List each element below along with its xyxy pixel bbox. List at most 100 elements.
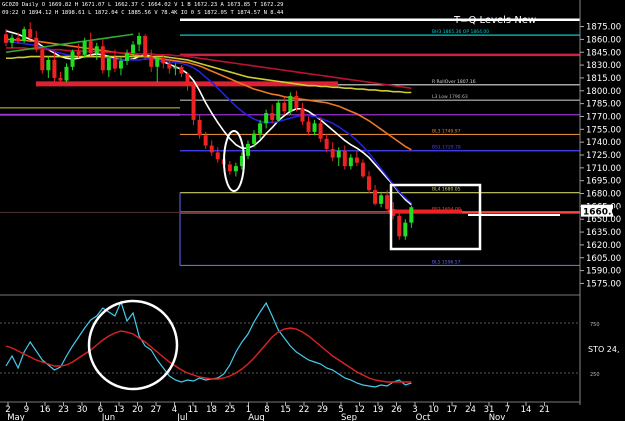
oscillator-level-label: 750 (590, 322, 600, 328)
x-tick-label: 19 (373, 405, 384, 415)
x-month-label: Aug (248, 413, 265, 421)
header-text: GC0Z0 Daily O 1669.82 H 1671.07 L 1662.3… (2, 2, 283, 8)
candle-body (143, 35, 148, 57)
current-price-label: 1660.02 (583, 208, 624, 218)
candle-body (330, 149, 335, 158)
y-tick-label: 1695.00 (586, 177, 621, 187)
x-tick-label: 22 (299, 405, 310, 415)
y-tick-label: 1755.00 (586, 125, 621, 135)
x-tick-label: 20 (132, 405, 143, 415)
level-label: BL5 1596.57 (432, 259, 461, 265)
candle-body (185, 73, 190, 86)
candle-body (215, 152, 220, 160)
candle-body (82, 41, 87, 55)
y-tick-label: 1770.00 (586, 112, 621, 122)
candle-body (197, 119, 202, 136)
candle-body (270, 113, 275, 120)
candle-body (161, 58, 166, 64)
candle-body (294, 95, 299, 108)
y-tick-label: 1635.00 (586, 228, 621, 238)
x-tick-label: 27 (151, 405, 162, 415)
candle-body (100, 46, 105, 71)
x-month-label: Jun (101, 413, 115, 421)
oscillator-level-label: 250 (590, 372, 600, 378)
candle-body (131, 44, 136, 54)
x-tick-label: 21 (539, 405, 550, 415)
level-label: BL4 1680.05 (432, 187, 461, 193)
x-tick-label: 26 (391, 405, 402, 415)
y-tick-label: 1830.00 (586, 61, 621, 71)
y-tick-label: 1605.00 (586, 254, 621, 264)
candle-body (34, 37, 39, 50)
level-label: BL3 1749.97 (432, 128, 461, 134)
y-tick-label: 1680.00 (586, 190, 621, 200)
candle-body (312, 123, 317, 132)
candle-body (94, 46, 99, 54)
y-tick-label: 1590.00 (586, 267, 621, 277)
y-tick-label: 1575.00 (586, 279, 621, 289)
candle-body (149, 56, 154, 67)
candle-body (179, 66, 184, 74)
candle-body (46, 59, 51, 71)
chart-background (0, 0, 625, 421)
level-label: BH3 1865.36 OP 1864.00 (432, 29, 489, 35)
info-bar-text: 09:22 O 1894.12 H 1898.61 L 1872.04 C 18… (2, 10, 284, 16)
candle-body (409, 207, 414, 223)
x-tick-label: 8 (264, 405, 269, 415)
x-month-label: Oct (416, 413, 431, 421)
x-tick-label: 25 (225, 405, 236, 415)
candle-body (360, 162, 365, 177)
candle-body (76, 51, 81, 55)
x-month-label: Sep (341, 413, 357, 421)
candle-body (137, 35, 142, 45)
candle-body (306, 121, 311, 132)
y-tick-label: 1620.00 (586, 241, 621, 251)
candle-body (52, 59, 57, 78)
candle-body (10, 37, 15, 43)
candle-body (258, 123, 263, 134)
y-tick-label: 1875.00 (586, 23, 621, 33)
candle-body (348, 157, 353, 167)
candle-body (112, 58, 117, 69)
x-tick-label: 11 (188, 405, 199, 415)
x-tick-label: 15 (280, 405, 291, 415)
x-tick-label: 13 (114, 405, 125, 415)
chart-title: T=Q Levels New (453, 15, 536, 26)
candle-body (288, 95, 293, 112)
candle-body (318, 123, 323, 139)
x-month-label: Jul (176, 413, 187, 421)
candle-body (324, 138, 329, 150)
candle-body (342, 150, 347, 167)
candle-body (264, 113, 269, 124)
y-tick-label: 1860.00 (586, 35, 621, 45)
candle-body (227, 164, 232, 172)
candle-body (167, 63, 172, 69)
y-tick-label: 1785.00 (586, 100, 621, 110)
level-label: L3 Low 1790.63 (432, 94, 468, 100)
candle-body (64, 66, 69, 81)
oscillator-label: STO 24, (588, 345, 620, 354)
candle-body (367, 176, 371, 191)
candle-body (22, 29, 27, 42)
y-tick-label: 1710.00 (586, 164, 621, 174)
candle-body (336, 150, 341, 158)
x-tick-label: 17 (447, 405, 458, 415)
y-tick-label: 1740.00 (586, 138, 621, 148)
candle-body (354, 157, 359, 163)
candle-body (397, 215, 402, 237)
price-chart: BH3 1865.36 OP 1864.00 R RollOver 1807.16… (0, 0, 625, 421)
x-tick-label: 16 (40, 405, 51, 415)
x-tick-label: 29 (317, 405, 328, 415)
candle-body (40, 49, 45, 71)
candle-body (173, 66, 178, 69)
y-tick-label: 1800.00 (586, 87, 621, 97)
candle-body (276, 102, 281, 120)
candle-body (28, 29, 33, 38)
candle-body (385, 195, 390, 209)
level-label: R RollOver 1807.16 (432, 79, 476, 85)
x-tick-label: 14 (521, 405, 532, 415)
x-tick-label: 18 (206, 405, 217, 415)
candle-body (70, 51, 75, 67)
candle-body (373, 190, 378, 204)
candle-body (125, 53, 129, 61)
